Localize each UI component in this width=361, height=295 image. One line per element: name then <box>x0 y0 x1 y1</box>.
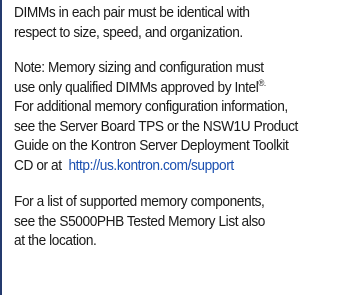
dimm-pair-paragraph: DIMMs in each pair must be identical wit… <box>14 3 358 42</box>
text-line: at the location. <box>14 232 97 249</box>
text-line: CD or at http://us.kontron.com/support <box>14 156 358 176</box>
text-line: Guide on the Kontron Server Deployment T… <box>14 137 289 154</box>
memory-note-paragraph: Note: Memory sizing and configuration mu… <box>14 58 358 175</box>
text-line: DIMMs in each pair must be identical wit… <box>14 4 250 21</box>
text-line: respect to size, speed, and organization… <box>14 23 243 41</box>
text-line: Note: Memory sizing and configuration mu… <box>14 59 264 76</box>
left-margin-rule <box>0 0 2 295</box>
text-segment: use only qualified DIMMs approved by Int… <box>14 78 259 96</box>
text-line: For a list of supported memory component… <box>14 193 265 210</box>
text-line: For additional memory configuration info… <box>14 98 288 115</box>
text-segment: CD or at <box>14 156 62 174</box>
text-line: see the Server Board TPS or the NSW1U Pr… <box>14 117 298 135</box>
kontron-support-link[interactable]: http://us.kontron.com/support <box>68 157 234 174</box>
text-line: use only qualified DIMMs approved by Int… <box>14 78 358 98</box>
text-line: see the S5000PHB Tested Memory List also <box>14 212 265 230</box>
supported-memory-paragraph: For a list of supported memory component… <box>14 192 358 251</box>
registered-mark: ®. <box>258 77 266 88</box>
